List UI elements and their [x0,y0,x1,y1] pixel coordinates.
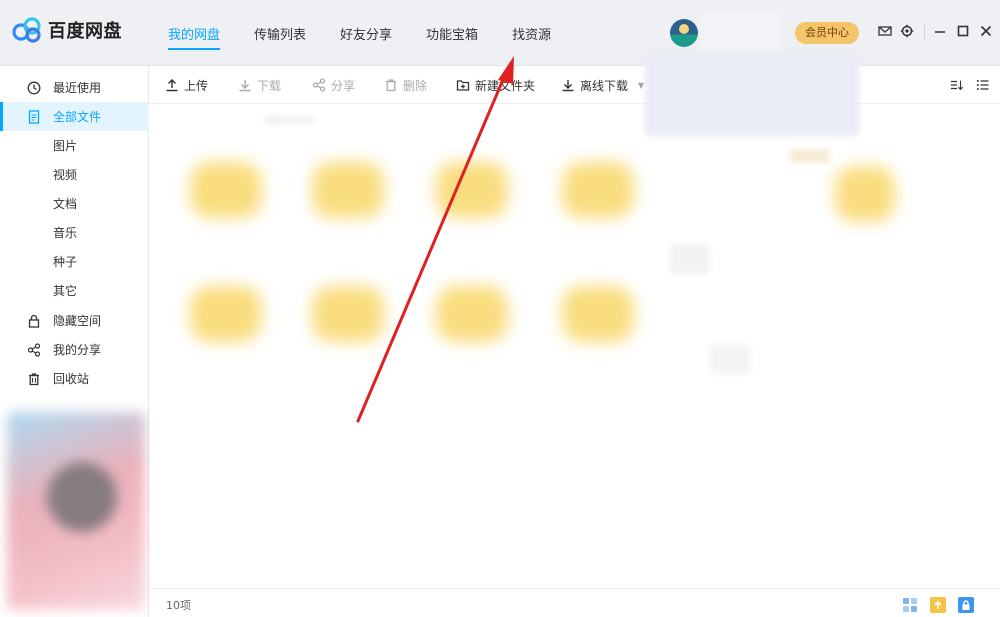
tab-toolbox[interactable]: 功能宝箱 [426,0,478,66]
file-grid [150,104,1000,588]
sidebar-item-label: 回收站 [53,372,90,386]
offline-download-button[interactable]: 离线下载 ▼ [561,66,644,104]
mail-icon[interactable] [878,24,894,40]
folder-item[interactable] [190,162,262,218]
upload-icon [165,78,179,92]
tab-friend-share[interactable]: 好友分享 [340,0,392,66]
sort-button[interactable] [950,66,969,104]
sidebar-item-recent[interactable]: 最近使用 [0,73,149,102]
maximize-icon[interactable] [957,24,973,40]
sidebar-item-videos[interactable]: 视频 [0,160,149,189]
title-bar-divider [924,24,925,40]
share-label: 分享 [331,78,356,93]
sidebar-item-others[interactable]: 其它 [0,276,149,305]
folder-item[interactable] [312,286,384,342]
sidebar-item-recycle-bin[interactable]: 回收站 [0,364,149,393]
status-bar: 10项 [150,588,1000,617]
sidebar-item-label: 其它 [53,284,78,298]
new-folder-icon [456,78,470,92]
popup-blurred [645,54,859,136]
sidebar-item-label: 文档 [53,197,78,211]
lock-icon [26,313,42,329]
settings-gear-icon[interactable] [900,24,916,40]
sort-icon [950,78,964,92]
sidebar-item-label: 种子 [53,255,78,269]
offline-download-label: 离线下载 [580,78,629,93]
apps-grid-icon[interactable] [902,597,918,613]
download-icon [238,78,252,92]
folder-item[interactable] [190,286,262,342]
folder-item[interactable] [436,162,508,218]
lock-badge-icon[interactable] [958,597,974,613]
user-avatar[interactable] [670,19,698,47]
sidebar: 最近使用 全部文件 图片 视频 文档 音乐 种子 其它 隐藏空间 我的分享 回收… [0,66,149,617]
sidebar-item-torrents[interactable]: 种子 [0,247,149,276]
clock-icon [26,80,42,96]
sidebar-item-label: 图片 [53,139,78,153]
delete-label: 删除 [403,78,428,93]
sidebar-item-label: 视频 [53,168,78,182]
folder-item[interactable] [436,286,508,342]
folder-item[interactable] [562,286,634,342]
app-name: 百度网盘 [48,21,122,42]
download-button[interactable]: 下载 [238,66,281,104]
sidebar-item-label: 隐藏空间 [53,314,102,328]
list-view-icon [976,78,990,92]
upload-label: 上传 [184,78,209,93]
sidebar-item-all-files[interactable]: 全部文件 [0,102,149,131]
close-icon[interactable] [980,24,996,40]
app-logo[interactable]: 百度网盘 [12,17,122,43]
sidebar-item-documents[interactable]: 文档 [0,189,149,218]
share-button[interactable]: 分享 [312,66,355,104]
sidebar-ad-banner-blurred[interactable] [7,412,145,610]
folder-item[interactable] [312,162,384,218]
sidebar-item-label: 我的分享 [53,343,102,357]
file-item-blurred[interactable] [710,344,750,374]
delete-icon [384,78,398,92]
folder-item[interactable] [835,166,895,222]
main-nav: 我的网盘 传输列表 好友分享 功能宝箱 找资源 [168,0,585,66]
sidebar-item-label: 最近使用 [53,81,102,95]
sidebar-item-hidden-space[interactable]: 隐藏空间 [0,306,149,335]
sidebar-item-my-shares[interactable]: 我的分享 [0,335,149,364]
delete-button[interactable]: 删除 [384,66,427,104]
sidebar-item-music[interactable]: 音乐 [0,218,149,247]
share-icon [312,78,326,92]
tab-transfer-list[interactable]: 传输列表 [254,0,306,66]
file-icon [26,109,42,125]
minimize-icon[interactable] [934,24,950,40]
list-view-button[interactable] [976,66,995,104]
username-blurred[interactable] [702,12,782,52]
sidebar-item-label: 音乐 [53,226,78,240]
share-icon [26,342,42,358]
baidu-netdisk-logo-icon [12,17,42,43]
file-item-blurred[interactable] [670,244,710,274]
trash-icon [26,371,42,387]
tab-my-netdisk[interactable]: 我的网盘 [168,0,221,66]
vip-center-button[interactable]: 会员中心 [795,22,859,44]
offline-download-icon [561,78,575,92]
item-count: 10项 [166,599,191,612]
tab-find-resources[interactable]: 找资源 [512,0,551,66]
breadcrumb-blurred [265,116,315,124]
new-folder-button[interactable]: 新建文件夹 [456,66,535,104]
upload-arrow-icon[interactable] [930,597,946,613]
upload-button[interactable]: 上传 [165,66,208,104]
sidebar-item-images[interactable]: 图片 [0,131,149,160]
chevron-down-icon[interactable]: ▼ [638,81,644,90]
file-item-blurred[interactable] [790,149,830,163]
file-toolbar: 上传 下载 分享 删除 新建文件夹 离线下载 ▼ [150,66,1000,104]
folder-item[interactable] [562,162,634,218]
sidebar-item-label: 全部文件 [53,110,102,124]
new-folder-label: 新建文件夹 [475,78,536,93]
download-label: 下载 [257,78,282,93]
